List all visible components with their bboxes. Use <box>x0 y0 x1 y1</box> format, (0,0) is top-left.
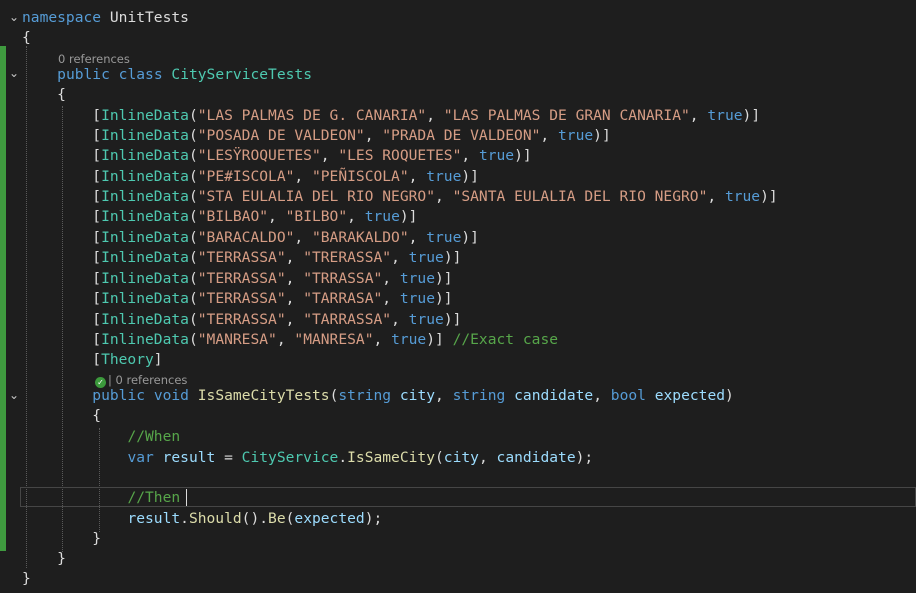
code-line-class-open-brace[interactable]: { <box>22 85 66 105</box>
method-references-text[interactable]: | 0 references <box>108 373 187 387</box>
code-line-assertion[interactable]: result.Should().Be(expected); <box>22 509 382 529</box>
code-line-open-brace[interactable]: { <box>22 28 31 48</box>
code-line-theory-attribute[interactable]: [Theory] <box>22 350 162 370</box>
fold-class-chevron-icon[interactable]: ⌄ <box>7 66 21 80</box>
code-line-inline-data[interactable]: [InlineData("POSADA DE VALDEON", "PRADA … <box>22 126 610 146</box>
code-line-inline-data[interactable]: [InlineData("TERRASSA", "TRERASSA", true… <box>22 248 461 268</box>
code-line-inline-data[interactable]: [InlineData("BILBAO", "BILBO", true)] <box>22 207 417 227</box>
code-line-inline-data[interactable]: [InlineData("BARACALDO", "BARAKALDO", tr… <box>22 228 479 248</box>
code-line-inline-data[interactable]: [InlineData("TERRASSA", "TARRASA", true)… <box>22 289 452 309</box>
code-line-assign-result[interactable]: var result = CityService.IsSameCity(city… <box>22 448 593 468</box>
code-line-comment-then[interactable]: //Then <box>22 488 180 508</box>
code-line-inline-data[interactable]: [InlineData("LAS PALMAS DE G. CANARIA", … <box>22 106 760 126</box>
code-line-inline-data[interactable]: [InlineData("TERRASSA", "TARRASSA", true… <box>22 310 461 330</box>
code-editor[interactable]: ⌄ ⌄ ⌄ namespace UnitTests { 0 references… <box>0 0 916 593</box>
code-line-inline-data[interactable]: [InlineData("STA EULALIA DEL RIO NEGRO",… <box>22 187 777 207</box>
code-line-class-close-brace[interactable]: } <box>22 549 66 569</box>
code-line-comment-when[interactable]: //When <box>22 427 180 447</box>
code-line-inline-data[interactable]: [InlineData("TERRASSA", "TRRASSA", true)… <box>22 269 452 289</box>
code-line-namespace[interactable]: namespace UnitTests <box>22 8 189 28</box>
method-references-codelens[interactable]: ✓ | 0 references <box>95 373 187 388</box>
code-line-class-declaration[interactable]: public class CityServiceTests <box>22 65 312 85</box>
code-line-method-close-brace[interactable]: } <box>22 529 101 549</box>
code-line-inline-data[interactable]: [InlineData("MANRESA", "MANRESA", true)]… <box>22 330 558 350</box>
change-indicator-bar <box>0 46 6 551</box>
fold-method-chevron-icon[interactable]: ⌄ <box>7 388 21 402</box>
code-line-method-open-brace[interactable]: { <box>22 406 101 426</box>
fold-namespace-chevron-icon[interactable]: ⌄ <box>7 10 21 24</box>
code-line-method-signature[interactable]: public void IsSameCityTests(string city,… <box>22 386 734 406</box>
class-references-codelens[interactable]: 0 references <box>58 52 130 66</box>
code-line-inline-data[interactable]: [InlineData("PE#ISCOLA", "PEÑISCOLA", tr… <box>22 167 479 187</box>
code-line-namespace-close-brace[interactable]: } <box>22 569 31 589</box>
text-cursor <box>186 489 187 506</box>
code-line-inline-data[interactable]: [InlineData("LESŸROQUETES", "LES ROQUETE… <box>22 146 531 166</box>
